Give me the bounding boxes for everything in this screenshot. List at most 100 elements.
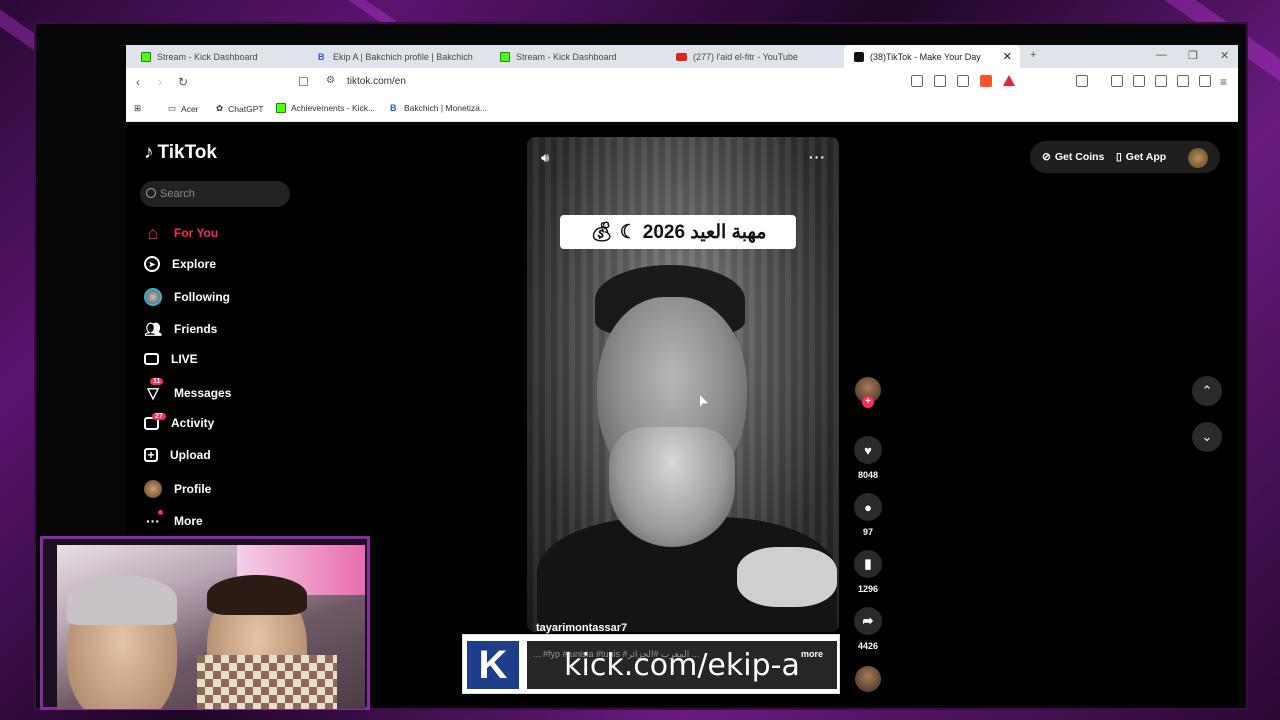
phone-icon: ▯ — [1116, 151, 1122, 163]
bakchich-icon: B — [318, 51, 325, 62]
get-app-button[interactable]: ▯ Get App — [1116, 142, 1166, 172]
sidebar-item-for-you[interactable]: ⌂ For You — [144, 223, 219, 243]
kick-icon — [276, 103, 286, 113]
activity-badge: 27 — [152, 412, 166, 420]
compass-icon: ➤ — [144, 256, 160, 272]
sidebar-item-explore[interactable]: ➤ Explore — [144, 256, 216, 272]
like-button[interactable]: ♥ 8048 — [853, 436, 883, 480]
streamer-right-hair — [207, 575, 307, 615]
cast-icon[interactable] — [934, 75, 946, 87]
sidebar-item-messages[interactable]: ▽ 11 Messages — [144, 378, 231, 402]
tiktok-icon — [854, 51, 864, 62]
comment-icon: ● — [854, 493, 882, 521]
share-button[interactable]: ➦ 4426 — [853, 607, 883, 651]
user-avatar[interactable] — [1188, 148, 1208, 168]
description-more-link[interactable]: more — [801, 649, 823, 659]
new-tab-icon[interactable]: + — [1030, 49, 1036, 61]
sidebar-item-more[interactable]: ··· More — [144, 510, 203, 530]
folder-icon: ▭ — [168, 103, 177, 113]
video-player[interactable]: 💰︎ ☾ مهبة العيد 2026 🔊︎ ··· — [527, 137, 839, 632]
bookmark-icon[interactable]: ☐ — [298, 75, 309, 89]
volume-icon[interactable]: 🔊︎ — [541, 150, 549, 166]
restore-icon[interactable]: ❐ — [1188, 49, 1198, 62]
video-person-beard — [609, 427, 735, 547]
reading-list-icon[interactable] — [1133, 75, 1145, 87]
video-options-icon[interactable]: ··· — [809, 149, 826, 165]
vpn-icon[interactable] — [1199, 75, 1211, 87]
sidebar-item-following[interactable]: Following — [144, 288, 230, 306]
tab-kick-dashboard-1[interactable]: Stream - Kick Dashboard — [131, 45, 306, 68]
chatgpt-icon: ✿ — [216, 103, 224, 113]
messages-badge: 11 — [150, 378, 164, 385]
reload-icon[interactable]: ↻ — [178, 75, 188, 89]
checkered-hoodie — [197, 655, 337, 709]
media-icon[interactable] — [1111, 75, 1123, 87]
save-button[interactable]: ▮ 1296 — [853, 550, 883, 594]
sidebar-item-profile[interactable]: Profile — [144, 480, 211, 498]
extension-icon[interactable] — [911, 75, 923, 87]
sidebar-item-upload[interactable]: + Upload — [144, 448, 211, 462]
share-arrow-icon: ➦ — [854, 607, 882, 635]
share-icon[interactable] — [957, 75, 969, 87]
tiktok-logo[interactable]: ♪ TikTok — [144, 142, 217, 164]
forward-icon[interactable]: › — [158, 75, 162, 89]
creator-avatar[interactable]: + — [853, 377, 883, 408]
brave-rewards-icon[interactable] — [1003, 75, 1015, 86]
comment-button[interactable]: ● 97 — [853, 493, 883, 537]
leo-ai-icon[interactable] — [1177, 75, 1189, 87]
sidebar-item-friends[interactable]: 👥︎ Friends — [144, 320, 217, 338]
site-info-icon[interactable]: ⚙ — [326, 75, 335, 86]
tab-kick-dashboard-2[interactable]: Stream - Kick Dashboard — [490, 45, 665, 68]
bakchich-icon: B — [390, 103, 397, 113]
money-bag-icon: 💰︎ — [589, 222, 614, 243]
kick-icon — [500, 51, 510, 62]
follow-plus-icon[interactable]: + — [862, 396, 874, 408]
bookmark-bakchich[interactable]: B Bakchich | Monetiza... — [390, 103, 487, 113]
sound-avatar[interactable] — [853, 666, 883, 692]
brave-shield-icon[interactable] — [980, 75, 992, 87]
apps-grid-icon[interactable]: ⊞ — [134, 103, 141, 114]
menu-icon[interactable]: ≡ — [1220, 75, 1227, 89]
send-icon: ▽ 11 — [144, 378, 164, 402]
webcam-overlay — [40, 536, 370, 710]
activity-icon: 27 — [144, 412, 166, 430]
previous-video-button[interactable]: ⌃ — [1192, 376, 1222, 406]
crescent-icon: ☾ — [619, 221, 637, 243]
search-icon — [146, 188, 156, 198]
close-window-icon[interactable]: ✕ — [1220, 49, 1229, 62]
more-dots-icon: ··· — [144, 510, 163, 530]
sidebar-item-activity[interactable]: 27 Activity — [144, 412, 214, 430]
video-caption-overlay: 💰︎ ☾ مهبة العيد 2026 — [560, 215, 796, 249]
bookmark-chatgpt[interactable]: ✿ ChatGPT — [216, 103, 264, 114]
sidebar-icon[interactable] — [1076, 75, 1088, 87]
back-icon[interactable]: ‹ — [136, 75, 140, 89]
streamer-left-cap — [67, 575, 177, 625]
minimize-icon[interactable]: — — [1156, 49, 1167, 61]
following-avatar-icon — [144, 288, 162, 306]
kick-logo-icon: K — [467, 641, 519, 689]
sound-disc-icon — [855, 666, 881, 692]
bookmarks-bar: ⊞ ▭ Acer ✿ ChatGPT Achievements - Kick... … — [126, 96, 1238, 122]
close-tab-icon[interactable]: ✕ — [1003, 50, 1012, 63]
bookmark-achievements[interactable]: Achievements - Kick... — [276, 103, 375, 113]
youtube-icon — [676, 52, 687, 61]
video-description: ... #fyp #tunisia #tunis #المغرب #الجزائ… — [533, 649, 700, 659]
url-field[interactable]: tiktok.com/en — [347, 76, 406, 87]
creator-avatar-image: + — [855, 377, 881, 408]
upload-icon: + — [144, 448, 158, 462]
tab-tiktok[interactable]: (38)TikTok - Make Your Day ✕ — [844, 45, 1020, 68]
wallet-icon[interactable] — [1155, 75, 1167, 87]
bookmark-acer[interactable]: ▭ Acer — [168, 103, 199, 114]
webcam-feed — [57, 545, 365, 709]
tab-youtube[interactable]: (277) l'aid el-fitr - YouTube — [666, 45, 841, 68]
profile-avatar-icon — [144, 480, 162, 498]
get-coins-button[interactable]: ⊘ Get Coins — [1042, 142, 1104, 172]
coin-icon: ⊘ — [1042, 151, 1051, 163]
next-video-button[interactable]: ⌄ — [1192, 422, 1222, 452]
sidebar-item-live[interactable]: LIVE — [144, 352, 198, 366]
video-author[interactable]: tayarimontassar7 — [536, 622, 627, 634]
search-input[interactable]: Search — [140, 181, 290, 207]
tab-bakchich[interactable]: B Ekip A | Bakchich profile | Bakchich — [308, 45, 488, 68]
kick-icon — [141, 51, 151, 62]
address-bar-row: ‹ › ↻ ☐ ⚙ tiktok.com/en ≡ — [126, 68, 1238, 96]
